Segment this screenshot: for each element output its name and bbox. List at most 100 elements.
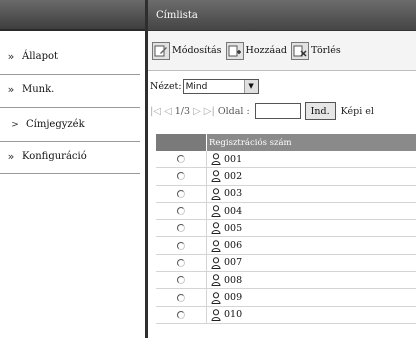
registration-cell: 007 xyxy=(207,255,416,271)
delete-button[interactable]: Törlés xyxy=(290,41,341,60)
double-chevron-right-icon: » xyxy=(7,83,15,96)
edit-button[interactable]: Módosítás xyxy=(152,41,222,60)
registration-number: 004 xyxy=(224,205,243,217)
user-icon xyxy=(211,291,221,304)
user-icon xyxy=(211,222,221,235)
row-radio[interactable] xyxy=(177,310,185,319)
sidebar-item-konfiguracio[interactable]: » Konfiguráció xyxy=(0,144,140,169)
add-icon xyxy=(225,41,244,60)
user-icon xyxy=(211,274,221,287)
table-row[interactable]: 008 xyxy=(156,272,416,290)
table-row[interactable]: 001 xyxy=(156,151,416,169)
divider xyxy=(0,74,140,75)
divider xyxy=(0,107,140,108)
row-select-cell xyxy=(156,220,207,237)
registration-cell: 001 xyxy=(207,151,416,167)
registration-cell: 006 xyxy=(207,237,416,253)
table-row[interactable]: 003 xyxy=(156,185,416,203)
sidebar-item-allapot[interactable]: » Állapot xyxy=(0,44,140,69)
row-radio[interactable] xyxy=(177,172,185,181)
user-icon xyxy=(211,257,221,269)
row-select-cell xyxy=(156,237,207,254)
page-label: Oldal : xyxy=(217,105,250,117)
table-row[interactable]: 005 xyxy=(156,220,416,238)
row-select-cell xyxy=(156,168,207,185)
row-select-cell xyxy=(156,289,207,306)
row-select-cell xyxy=(156,151,207,168)
registration-number: 002 xyxy=(224,170,243,182)
double-chevron-right-icon: » xyxy=(7,50,15,63)
registration-number: 007 xyxy=(224,257,243,269)
table-body: 001 002 003 004 005 006 007 008 009 010 xyxy=(156,151,416,324)
registration-cell: 004 xyxy=(207,203,416,219)
registration-cell: 005 xyxy=(207,220,416,236)
registration-cell: 002 xyxy=(207,168,416,184)
page-count: 1/3 xyxy=(174,105,191,117)
view-filter: Nézet: Mind ▼ xyxy=(150,79,259,94)
row-select-cell xyxy=(156,202,207,220)
divider xyxy=(0,173,140,174)
page-title: Címlista xyxy=(156,9,198,21)
registration-number: 005 xyxy=(224,222,243,234)
next-page-icon[interactable]: ▷ xyxy=(193,106,201,117)
user-icon xyxy=(211,187,221,200)
row-radio[interactable] xyxy=(177,189,185,198)
table-row[interactable]: 010 xyxy=(156,306,416,324)
go-button[interactable]: Ind. xyxy=(304,102,336,120)
edit-icon xyxy=(152,41,170,60)
add-button[interactable]: Hozzáad xyxy=(225,41,287,60)
first-page-icon[interactable]: |◁ xyxy=(150,106,161,117)
page-number-input[interactable] xyxy=(254,103,301,119)
sidebar-item-label: Címjegyzék xyxy=(26,119,85,130)
sidebar: » Állapot » Munk. > Címjegyzék » Konfigu… xyxy=(0,0,145,338)
row-radio[interactable] xyxy=(177,224,185,233)
row-radio[interactable] xyxy=(177,276,185,285)
pagination: |◁ ◁ 1/3 ▷ ▷| Oldal : Ind. Képi el xyxy=(150,102,374,120)
table-row[interactable]: 004 xyxy=(156,202,416,221)
row-radio[interactable] xyxy=(177,293,185,302)
registration-number: 001 xyxy=(224,153,243,165)
row-radio[interactable] xyxy=(177,241,185,250)
last-page-icon[interactable]: ▷| xyxy=(204,106,215,117)
user-icon xyxy=(211,170,221,183)
delete-icon xyxy=(290,41,309,60)
sidebar-item-label: Konfiguráció xyxy=(22,151,87,162)
row-select-cell xyxy=(156,306,207,323)
user-icon xyxy=(211,309,221,321)
user-icon xyxy=(211,239,221,252)
double-chevron-right-icon: » xyxy=(7,150,15,163)
column-header-registration: Regisztrációs szám xyxy=(209,137,292,148)
registration-cell: 003 xyxy=(207,186,416,202)
select-column-header xyxy=(156,134,207,151)
address-table: Regisztrációs szám 001 002 003 004 005 006 007… xyxy=(156,134,416,324)
divider xyxy=(0,141,140,142)
row-radio[interactable] xyxy=(177,207,185,216)
chevron-right-icon: > xyxy=(11,119,19,130)
sidebar-item-label: Állapot xyxy=(22,51,59,62)
row-select-cell xyxy=(156,272,207,289)
registration-number: 003 xyxy=(224,188,243,200)
row-radio[interactable] xyxy=(177,258,185,267)
prev-page-icon[interactable]: ◁ xyxy=(164,106,172,117)
main-panel: Címlista Módosítás Hozzáad Törlés Nézet:… xyxy=(148,0,416,338)
table-row[interactable]: 007 xyxy=(156,254,416,273)
sidebar-item-cimjegyzek[interactable]: > Címjegyzék xyxy=(0,112,140,137)
registration-number: 008 xyxy=(224,274,243,286)
row-select-cell xyxy=(156,185,207,202)
table-row[interactable]: 002 xyxy=(156,168,416,186)
table-row[interactable]: 009 xyxy=(156,289,416,307)
sidebar-header xyxy=(0,0,145,31)
user-icon xyxy=(211,205,221,218)
table-row[interactable]: 006 xyxy=(156,237,416,255)
registration-cell: 009 xyxy=(207,289,416,305)
registration-number: 009 xyxy=(224,292,243,304)
row-radio[interactable] xyxy=(177,155,185,164)
sidebar-item-label: Munk. xyxy=(22,84,55,95)
registration-number: 006 xyxy=(224,240,243,252)
sidebar-item-munk[interactable]: » Munk. xyxy=(0,77,140,102)
user-icon xyxy=(211,153,221,166)
page-title-bar: Címlista xyxy=(148,0,416,31)
registration-number: 010 xyxy=(224,309,243,321)
row-select-cell xyxy=(156,254,207,272)
view-select[interactable]: Mind ▼ xyxy=(182,79,259,94)
